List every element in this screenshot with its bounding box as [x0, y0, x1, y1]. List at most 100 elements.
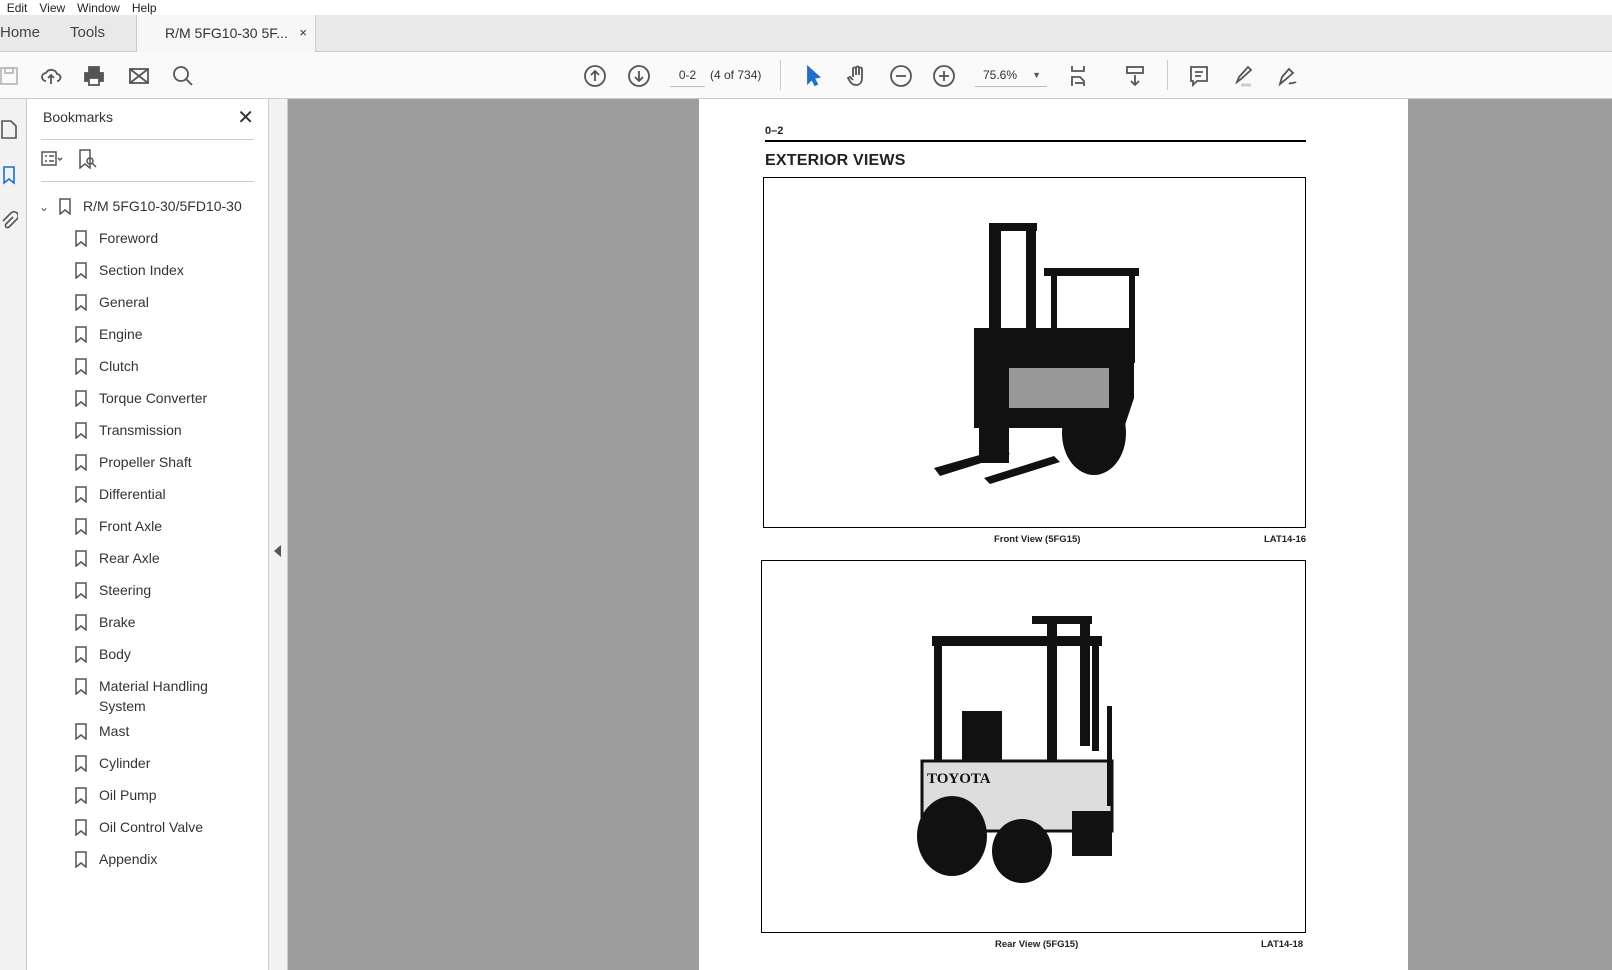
bookmark-icon: [75, 326, 87, 343]
bookmark-item[interactable]: Transmission: [27, 415, 267, 447]
bookmark-icon: [75, 550, 87, 567]
toolbar: 0-2 (4 of 734) 75.6% ▼: [0, 52, 1612, 99]
collapse-panel-handle[interactable]: [269, 99, 288, 970]
chevron-down-icon: ▼: [1032, 70, 1041, 80]
bookmark-root[interactable]: ⌄ R/M 5FG10-30/5FD10-30: [27, 191, 267, 223]
save-icon[interactable]: [0, 63, 22, 89]
comment-icon[interactable]: [1186, 63, 1212, 89]
select-cursor-icon[interactable]: [800, 63, 826, 89]
bookmark-label: Brake: [99, 614, 136, 630]
menu-edit[interactable]: Edit: [7, 1, 28, 15]
toyota-badge-text: TOYOTA: [927, 771, 991, 787]
bookmark-label: Clutch: [99, 358, 139, 374]
bookmark-icon: [75, 755, 87, 772]
menu-help[interactable]: Help: [132, 1, 157, 15]
tab-tools[interactable]: Tools: [70, 15, 105, 52]
collapse-arrow-icon: [274, 545, 281, 557]
bookmark-label: Transmission: [99, 422, 182, 438]
bookmark-item[interactable]: Steering: [27, 575, 267, 607]
forklift-rear-image: TOYOTA: [917, 616, 1114, 883]
close-tab-button[interactable]: ×: [299, 15, 307, 51]
bookmarks-panel: Bookmarks ✕ ⌄ R/M 5FG10-30/5FD10-30 Fore…: [27, 99, 269, 970]
zoom-level-dropdown[interactable]: 75.6% ▼: [975, 65, 1047, 87]
bookmark-item[interactable]: General: [27, 287, 267, 319]
bookmark-item[interactable]: Engine: [27, 319, 267, 351]
bookmark-icon: [75, 486, 87, 503]
email-icon[interactable]: [126, 63, 152, 89]
front-view-figure: [763, 177, 1306, 528]
rear-view-caption: Rear View (5FG15): [995, 939, 1079, 950]
bookmark-icon: [75, 358, 87, 375]
bookmark-icon: [75, 262, 87, 279]
close-panel-button[interactable]: ✕: [237, 105, 254, 130]
bookmark-item[interactable]: Clutch: [27, 351, 267, 383]
bookmark-options-icon[interactable]: [41, 149, 63, 169]
chevron-down-icon[interactable]: ⌄: [39, 197, 49, 217]
previous-page-icon[interactable]: [582, 63, 608, 89]
zoom-level-value: 75.6%: [983, 68, 1018, 82]
divider: [41, 139, 254, 140]
bookmark-item[interactable]: Foreword: [27, 223, 267, 255]
hand-tool-icon[interactable]: [844, 63, 870, 89]
bookmark-label: R/M 5FG10-30/5FD10-30: [83, 198, 242, 214]
sign-icon[interactable]: [1274, 63, 1300, 89]
bookmarks-panel-icon[interactable]: [0, 165, 18, 185]
bookmark-icon: [75, 230, 87, 247]
bookmark-item[interactable]: Brake: [27, 607, 267, 639]
bookmark-icon: [75, 723, 87, 740]
bookmark-label: Front Axle: [99, 518, 163, 534]
bookmark-label: Cylinder: [99, 755, 151, 771]
front-view-caption: Front View (5FG15): [994, 534, 1081, 545]
forklift-front-image: [934, 223, 1139, 484]
upload-cloud-icon[interactable]: [38, 63, 64, 89]
bookmark-item[interactable]: Differential: [27, 479, 267, 511]
highlight-pen-icon[interactable]: [1230, 63, 1256, 89]
tab-bar: Home Tools R/M 5FG10-30 5F... ×: [0, 15, 1612, 52]
next-page-icon[interactable]: [626, 63, 652, 89]
bookmark-item[interactable]: Oil Control Valve: [27, 812, 267, 844]
bookmark-icon: [75, 294, 87, 311]
bookmark-item[interactable]: Body: [27, 639, 267, 671]
bookmark-item[interactable]: Cylinder: [27, 748, 267, 780]
bookmark-item[interactable]: Appendix: [27, 844, 267, 876]
navigation-pane-strip: [0, 99, 27, 970]
zoom-out-icon[interactable]: [888, 63, 914, 89]
menu-view[interactable]: View: [39, 1, 65, 15]
bookmark-label: Differential: [99, 486, 166, 502]
bookmark-label: Torque Converter: [99, 390, 208, 406]
scroll-mode-icon[interactable]: [1122, 63, 1148, 89]
page-count: (4 of 734): [710, 68, 762, 82]
search-icon[interactable]: [170, 63, 196, 89]
tab-document-label: R/M 5FG10-30 5F...: [165, 25, 288, 41]
attachments-icon[interactable]: [0, 211, 18, 231]
bookmark-label: Material Handling System: [99, 678, 208, 714]
page-thumbnails-icon[interactable]: [0, 119, 18, 139]
tab-document[interactable]: R/M 5FG10-30 5F... ×: [136, 15, 316, 52]
bookmark-label: Oil Pump: [99, 787, 157, 803]
bookmark-label: Appendix: [99, 851, 158, 867]
bookmark-item[interactable]: Section Index: [27, 255, 267, 287]
bookmark-icon: [75, 787, 87, 804]
page-fit-icon[interactable]: [1066, 63, 1092, 89]
bookmark-label: Body: [99, 646, 131, 662]
header-rule: [765, 140, 1306, 142]
toolbar-divider: [780, 60, 781, 90]
document-viewer[interactable]: 0–2 EXTERIOR VIEWS Front View (5FG15) LA…: [288, 99, 1612, 970]
bookmark-icon: [75, 582, 87, 599]
bookmark-item[interactable]: Propeller Shaft: [27, 447, 267, 479]
bookmark-item[interactable]: Mast: [27, 716, 267, 748]
bookmark-icon: [75, 678, 87, 695]
zoom-in-icon[interactable]: [931, 63, 957, 89]
bookmark-item[interactable]: Material Handling System: [27, 671, 267, 716]
bookmark-icon: [75, 646, 87, 663]
tab-home[interactable]: Home: [0, 15, 40, 52]
bookmark-item[interactable]: Oil Pump: [27, 780, 267, 812]
bookmark-item[interactable]: Torque Converter: [27, 383, 267, 415]
bookmark-item[interactable]: Front Axle: [27, 511, 267, 543]
find-bookmark-icon[interactable]: [77, 149, 99, 169]
menu-window[interactable]: Window: [77, 1, 120, 15]
print-icon[interactable]: [81, 63, 107, 89]
page-number-input[interactable]: 0-2: [670, 65, 705, 87]
bookmark-item[interactable]: Rear Axle: [27, 543, 267, 575]
rear-view-figure: TOYOTA: [761, 560, 1306, 933]
